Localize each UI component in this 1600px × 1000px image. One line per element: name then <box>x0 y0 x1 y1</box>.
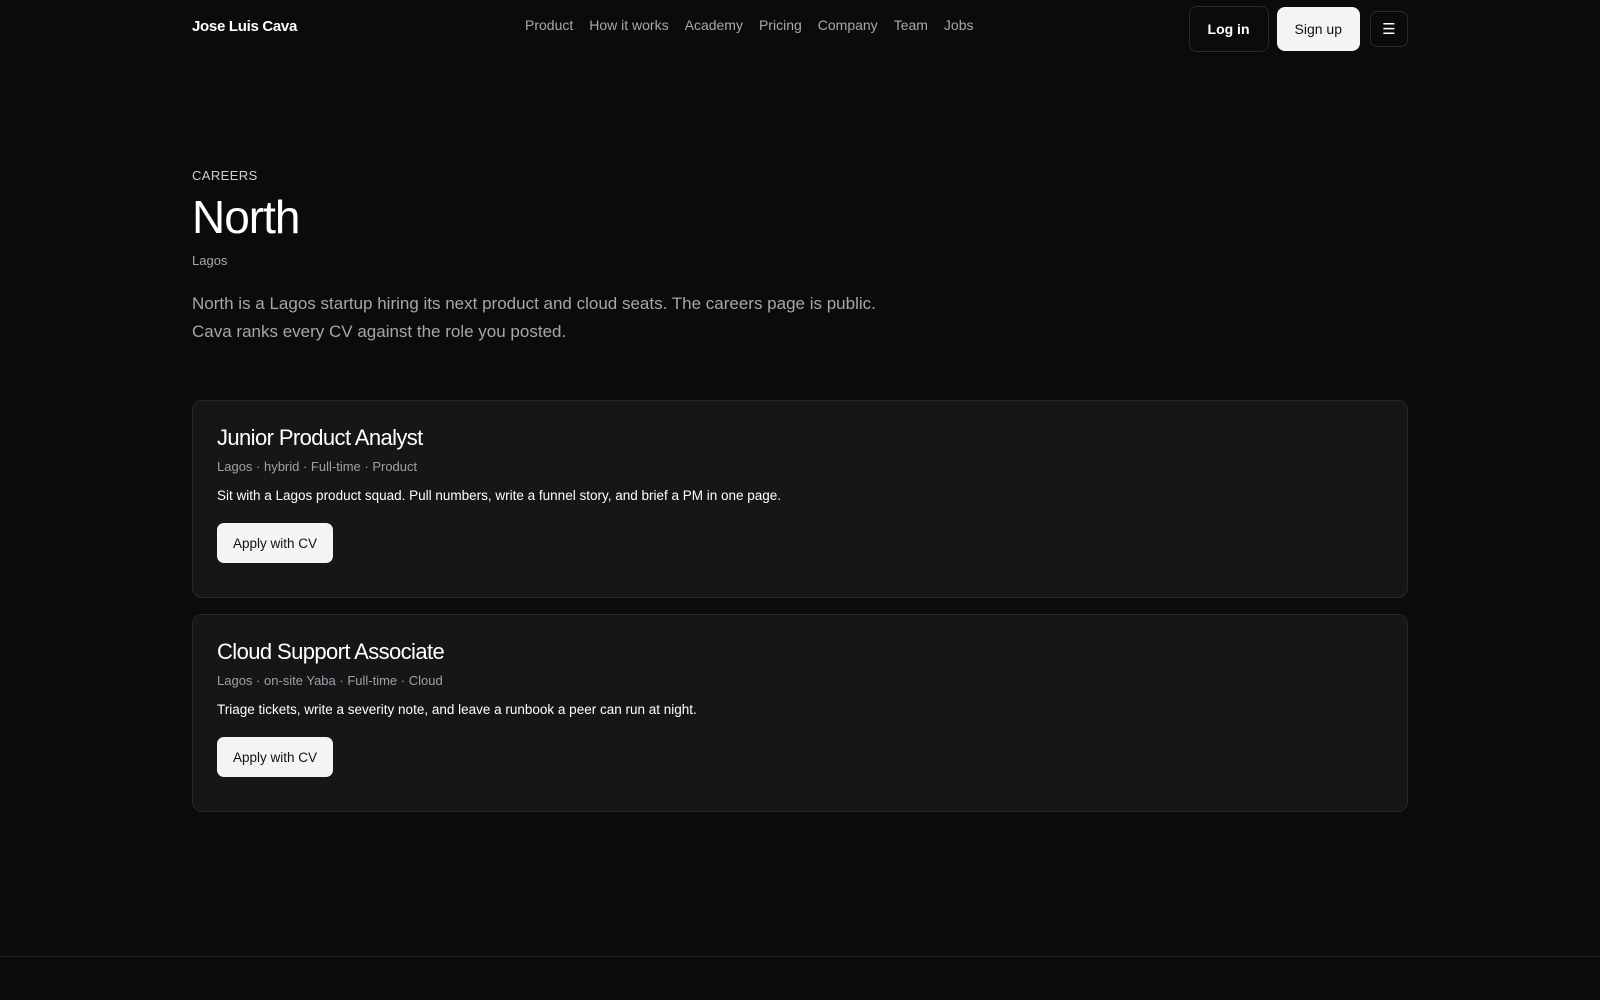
main-nav: Product How it works Academy Pricing Com… <box>525 17 974 33</box>
nav-pricing[interactable]: Pricing <box>759 17 802 33</box>
brand-logo[interactable]: Jose Luis Cava <box>192 18 297 35</box>
login-button[interactable]: Log in <box>1188 6 1269 52</box>
nav-product[interactable]: Product <box>525 17 573 33</box>
footer-divider <box>0 956 1600 957</box>
intro-paragraph: North is a Lagos startup hiring its next… <box>192 290 912 346</box>
job-meta: Lagos · hybrid · Full-time · Product <box>217 459 418 474</box>
job-card: Junior Product Analyst Lagos · hybrid · … <box>192 400 1408 598</box>
nav-jobs[interactable]: Jobs <box>944 17 974 33</box>
page-title: North <box>192 191 300 243</box>
intro-line-1: North is a Lagos startup hiring its next… <box>192 294 876 314</box>
job-title: Cloud Support Associate <box>217 639 445 664</box>
job-card: Cloud Support Associate Lagos · on-site … <box>192 614 1408 812</box>
apply-with-cv-button[interactable]: Apply with CV <box>217 737 334 777</box>
header-actions: Log in Sign up ☰ <box>1188 6 1408 52</box>
intro-line-2: Cava ranks every CV against the role you… <box>192 322 567 342</box>
nav-academy[interactable]: Academy <box>685 17 743 33</box>
menu-button[interactable]: ☰ <box>1370 11 1408 47</box>
job-title: Junior Product Analyst <box>217 425 423 450</box>
apply-with-cv-button[interactable]: Apply with CV <box>217 523 334 563</box>
nav-team[interactable]: Team <box>894 17 928 33</box>
company-location: Lagos <box>192 253 228 269</box>
site-header: Jose Luis Cava Product How it works Acad… <box>0 0 1600 56</box>
job-description: Sit with a Lagos product squad. Pull num… <box>217 488 782 503</box>
eyebrow-label: CAREERS <box>192 168 258 183</box>
job-list: Junior Product Analyst Lagos · hybrid · … <box>192 400 1408 828</box>
job-description: Triage tickets, write a severity note, a… <box>217 702 697 717</box>
hero-section: CAREERS North Lagos North is a Lagos sta… <box>192 168 912 346</box>
signup-button[interactable]: Sign up <box>1276 7 1360 51</box>
nav-company[interactable]: Company <box>818 17 878 33</box>
job-meta: Lagos · on-site Yaba · Full-time · Cloud <box>217 673 443 688</box>
nav-how-it-works[interactable]: How it works <box>589 17 668 33</box>
hamburger-menu-icon: ☰ <box>1382 20 1396 38</box>
